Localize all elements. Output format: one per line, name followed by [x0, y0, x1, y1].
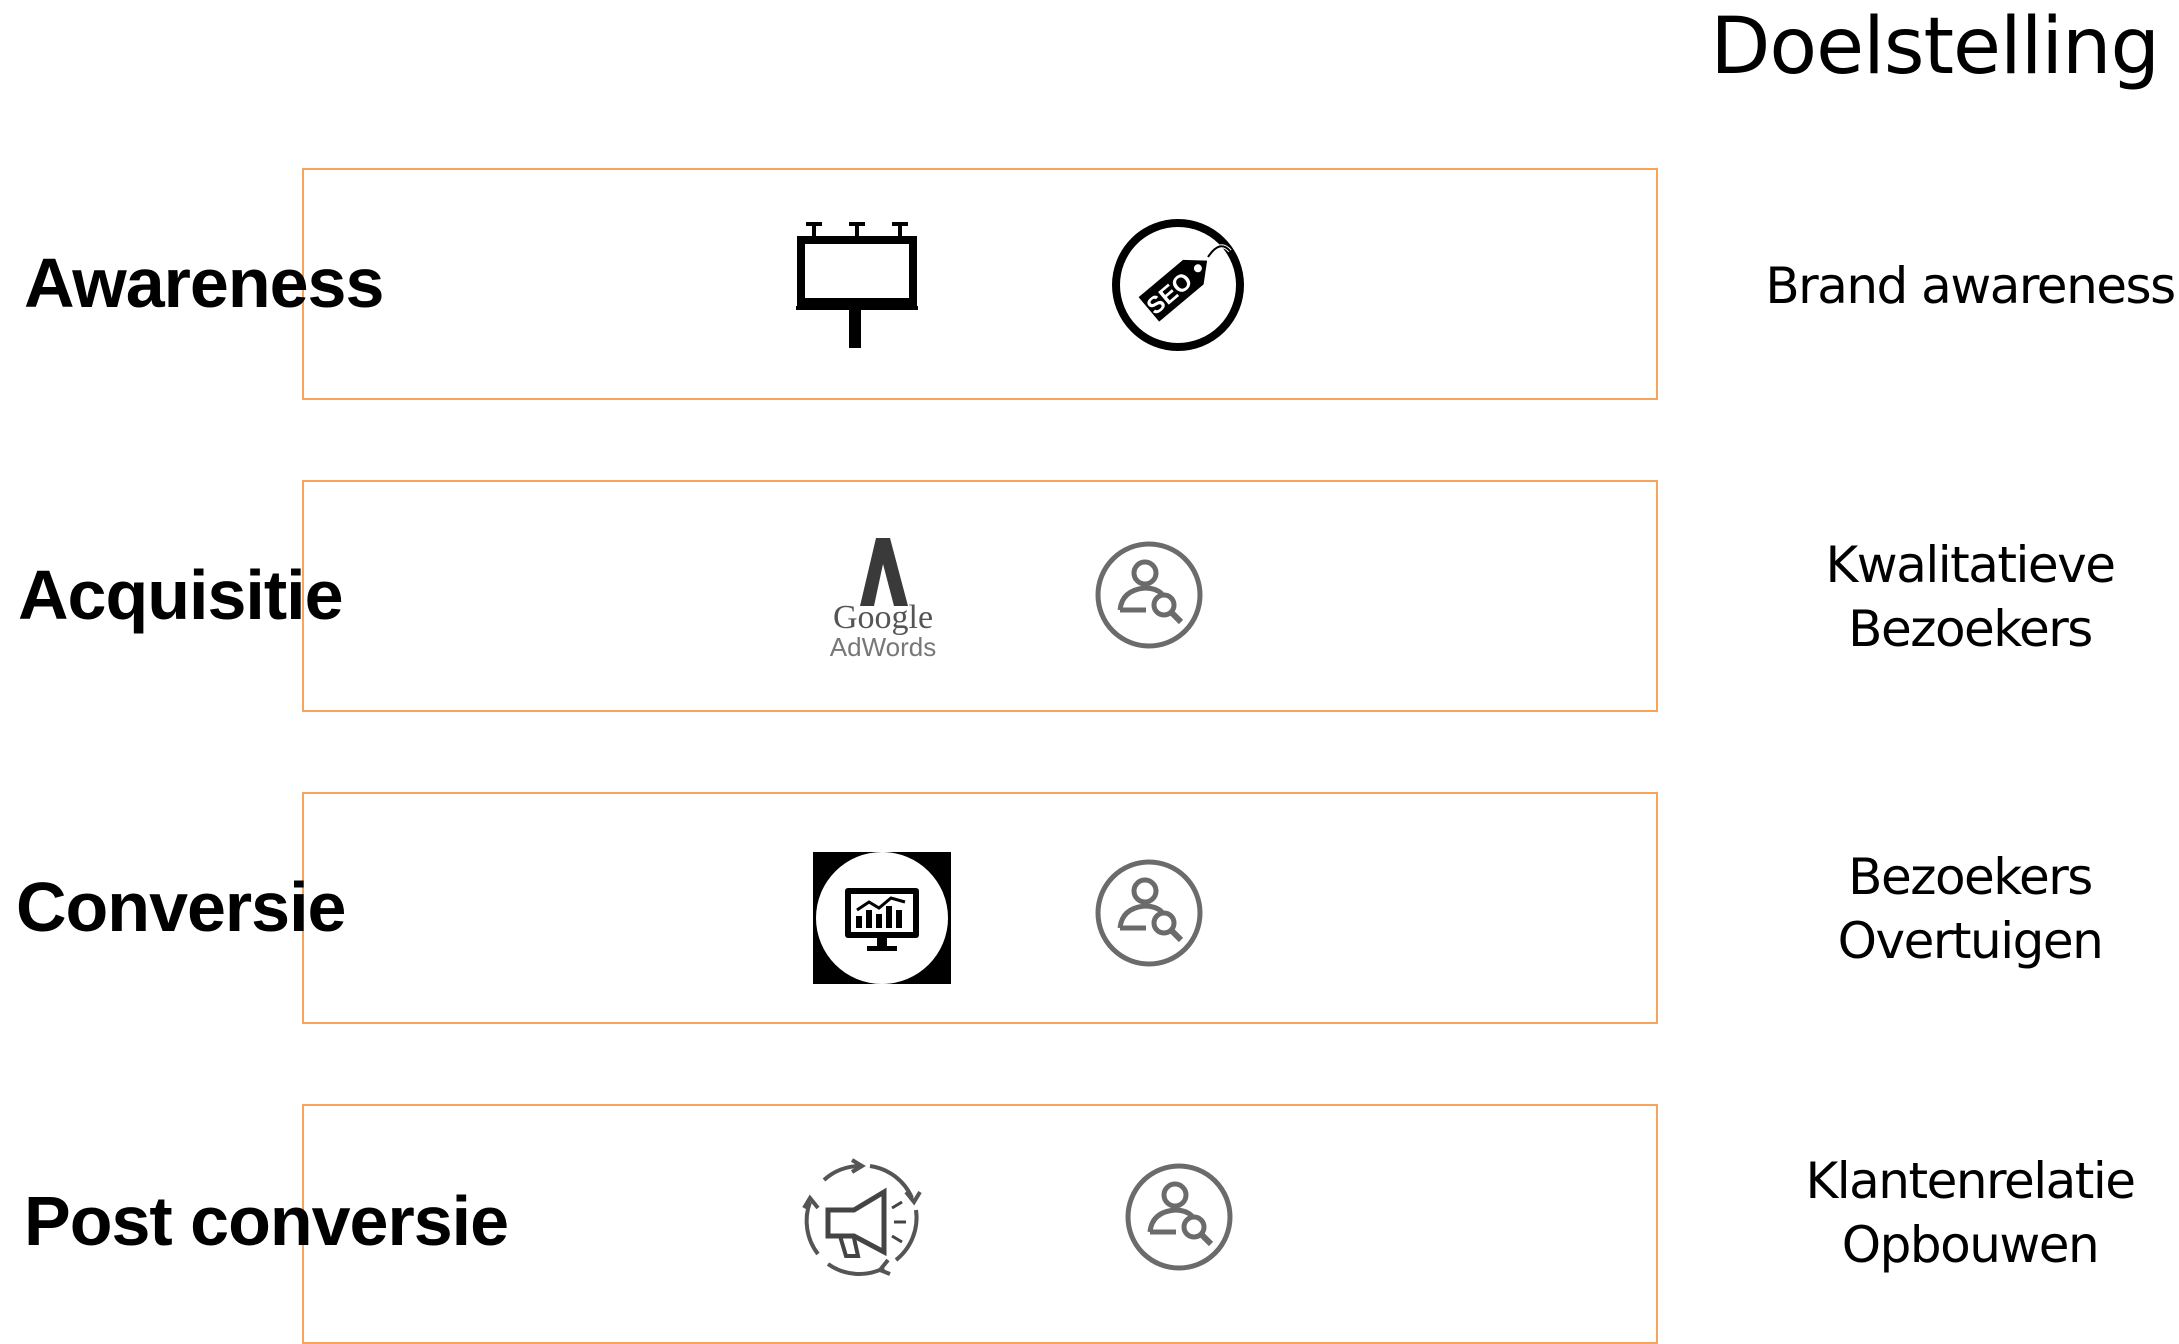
page-title: Doelstelling	[1710, 2, 2160, 92]
billboard-icon	[794, 220, 920, 350]
goal-post-conversie: Klantenrelatie Opbouwen	[1760, 1149, 2179, 1277]
stage-label-post-conversie: Post conversie	[24, 1182, 509, 1260]
megaphone-cycle-icon	[792, 1148, 934, 1294]
adwords-line-2: AdWords	[830, 632, 936, 662]
stage-box-conversie	[302, 792, 1658, 1024]
goal-line: Brand awareness	[1765, 257, 2176, 315]
user-search-icon	[1094, 540, 1204, 650]
goal-awareness: Brand awareness	[1760, 254, 2179, 318]
stage-box-awareness	[302, 168, 1658, 400]
adwords-line-1: Google	[833, 599, 933, 636]
stage-label-acquisitie: Acquisitie	[18, 556, 344, 634]
user-search-icon	[1124, 1162, 1234, 1272]
stage-box-acquisitie	[302, 480, 1658, 712]
goal-acquisitie: Kwalitatieve Bezoekers	[1760, 533, 2179, 661]
monitor-chart-icon	[813, 852, 951, 984]
goal-line-2: Bezoekers	[1848, 600, 2093, 658]
seo-tag-icon: SEO	[1110, 217, 1246, 353]
goal-line-1: Klantenrelatie	[1805, 1152, 2136, 1210]
goal-line-1: Bezoekers	[1848, 848, 2093, 906]
goal-line-2: Opbouwen	[1841, 1216, 2100, 1274]
goal-line-1: Kwalitatieve	[1825, 536, 2116, 594]
user-search-icon	[1094, 858, 1204, 968]
goal-line-2: Overtuigen	[1837, 912, 2104, 970]
goal-conversie: Bezoekers Overtuigen	[1760, 845, 2179, 973]
stage-label-conversie: Conversie	[16, 868, 346, 946]
stage-label-awareness: Awareness	[24, 244, 384, 322]
google-adwords-icon: Google AdWords	[820, 534, 946, 662]
